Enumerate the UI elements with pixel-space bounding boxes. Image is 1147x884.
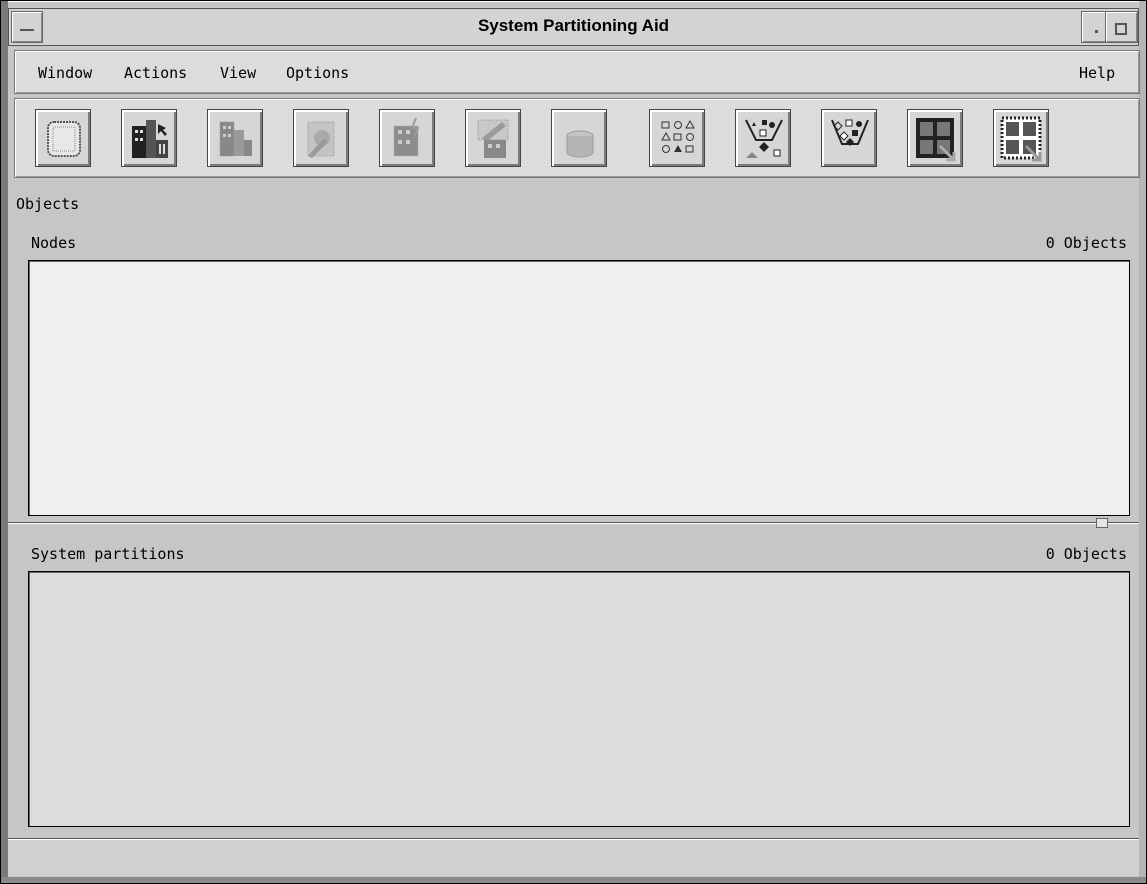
toolbar-button-layout-outline[interactable] [993,109,1049,167]
grid-resize-icon [916,118,956,162]
maximize-icon [1115,23,1127,35]
title-bar[interactable]: System Partitioning Aid [8,8,1139,46]
menu-window[interactable]: Window [38,51,92,95]
menu-actions[interactable]: Actions [124,51,187,95]
window-border-bottom[interactable] [1,877,1146,883]
toolbar-button-add-node[interactable] [121,109,177,167]
toolbar-button-boot-node[interactable] [379,109,435,167]
system-partitions-list[interactable] [28,571,1130,827]
window-title: System Partitioning Aid [477,16,670,35]
toolbar-button-layout[interactable] [907,109,963,167]
window-border-right[interactable] [1139,1,1146,883]
maximize-button[interactable] [1105,11,1138,43]
cylinder-disabled-icon [566,130,594,158]
shapes-filter-icon [745,119,783,158]
pane-divider-highlight [8,523,1139,524]
system-partitions-label: System partitions [31,545,185,563]
edit-node-disabled-icon [307,121,335,158]
menu-help[interactable]: Help [1079,51,1115,95]
toolbar-button-filter-outline[interactable] [821,109,877,167]
building-disabled-icon [219,121,252,157]
menu-options[interactable]: Options [286,51,349,95]
menu-bar: Window Actions View Options Help [14,50,1140,94]
node-frame-icon [47,121,81,157]
building-cursor-icon [132,120,168,158]
nodes-count: 0 Objects [1045,234,1127,252]
toolbar-button-node-notes[interactable] [465,109,521,167]
toolbar-button-filter[interactable] [735,109,791,167]
toolbar-button-node-properties[interactable] [207,109,263,167]
toolbar-button-show-all[interactable] [649,109,705,167]
minimize-icon [1095,30,1098,33]
system-partitions-count: 0 Objects [1045,545,1127,563]
objects-heading: Objects [16,195,80,213]
nodes-list[interactable] [28,260,1130,516]
pane-sash-handle[interactable] [1096,518,1108,528]
status-bar [8,838,1139,876]
shapes-grid-icon [661,119,695,153]
building-pencil-disabled-icon [477,119,509,158]
toolbar-button-storage[interactable] [551,109,607,167]
shapes-filter-outline-icon [831,119,869,146]
toolbar [14,98,1140,178]
window-border-left[interactable] [1,1,8,883]
toolbar-button-edit-node[interactable] [293,109,349,167]
toolbar-button-nodes[interactable] [35,109,91,167]
grid-dotted-resize-icon [1000,116,1042,162]
menu-view[interactable]: View [220,51,256,95]
building-lightning-disabled-icon [393,117,420,157]
nodes-label: Nodes [31,234,77,252]
